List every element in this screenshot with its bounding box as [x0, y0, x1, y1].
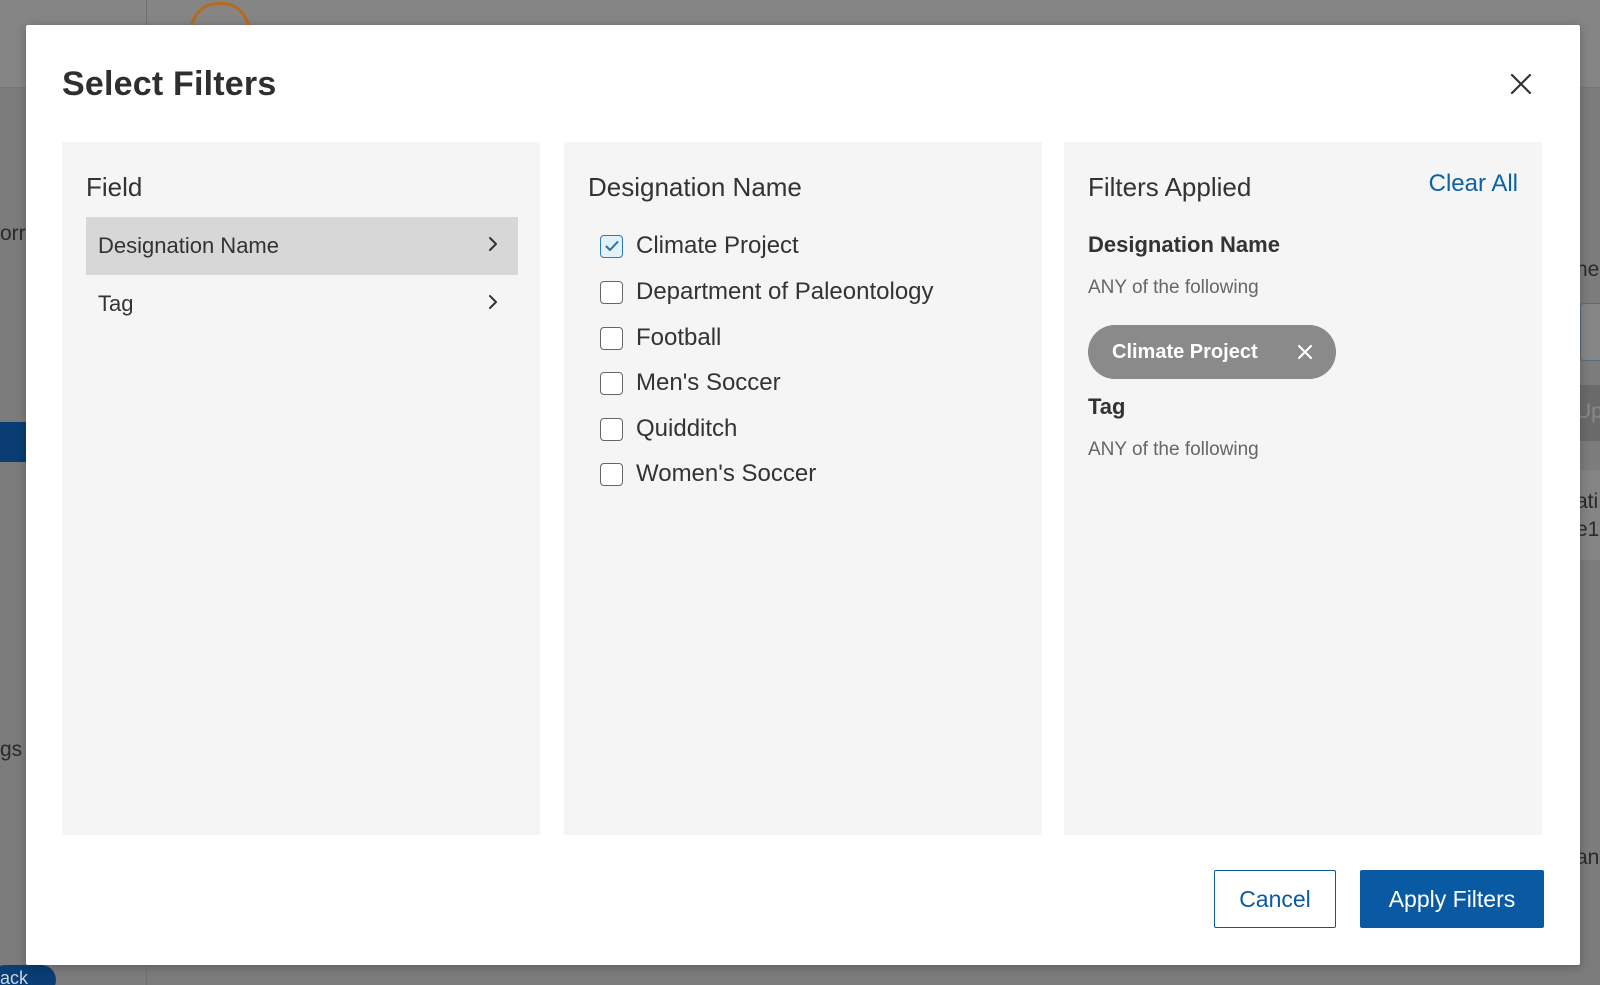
field-panel-heading: Field: [86, 172, 143, 202]
select-filters-modal: Select Filters Field Designation Name Ta…: [26, 25, 1580, 965]
field-item-tag[interactable]: Tag: [86, 275, 518, 333]
chevron-right-icon: [486, 233, 500, 259]
filters-applied-heading: Filters Applied: [1088, 172, 1252, 202]
background-card: [1580, 470, 1600, 560]
background-text-fragment: gs: [0, 738, 23, 761]
option-climate-project[interactable]: Climate Project: [600, 232, 799, 260]
option-label: Football: [636, 324, 722, 351]
applied-group-subtitle: ANY of the following: [1088, 439, 1259, 460]
option-quidditch[interactable]: Quidditch: [600, 415, 737, 443]
option-label: Department of Paleontology: [636, 278, 934, 305]
close-icon: [1510, 73, 1532, 95]
background-text-fragment: orr: [0, 222, 26, 245]
background-nav-active-item: [0, 422, 26, 462]
option-department-of-paleontology[interactable]: Department of Paleontology: [600, 278, 934, 306]
filter-chip-label: Climate Project: [1112, 340, 1258, 363]
options-panel: Designation Name Climate Project Departm…: [564, 142, 1042, 835]
chip-remove-button[interactable]: [1294, 341, 1316, 363]
checkbox-checked[interactable]: [600, 234, 623, 258]
applied-group-title: Tag: [1088, 394, 1126, 419]
checkbox[interactable]: [600, 462, 623, 486]
checkbox[interactable]: [600, 417, 623, 441]
cancel-button[interactable]: Cancel: [1214, 870, 1336, 928]
background-back-button: ack: [0, 965, 56, 985]
field-panel: Field Designation Name Tag: [62, 142, 540, 835]
options-panel-heading: Designation Name: [588, 172, 802, 202]
checkbox[interactable]: [600, 371, 623, 395]
apply-filters-button[interactable]: Apply Filters: [1360, 870, 1544, 928]
checkbox[interactable]: [600, 280, 623, 304]
modal-title: Select Filters: [62, 65, 277, 103]
field-item-label: Designation Name: [98, 233, 279, 258]
checkmark-icon: [605, 241, 618, 251]
field-item-designation-name[interactable]: Designation Name: [86, 217, 518, 275]
close-icon: [1297, 344, 1313, 360]
option-label: Men's Soccer: [636, 369, 781, 396]
filter-chip: Climate Project: [1088, 325, 1336, 379]
option-womens-soccer[interactable]: Women's Soccer: [600, 460, 816, 488]
filters-applied-panel: Filters Applied Clear All Designation Na…: [1064, 142, 1542, 835]
field-item-label: Tag: [98, 291, 134, 316]
option-label: Climate Project: [636, 232, 799, 259]
option-football[interactable]: Football: [600, 324, 721, 352]
checkbox[interactable]: [600, 326, 623, 350]
option-label: Women's Soccer: [636, 460, 817, 487]
close-button[interactable]: [1504, 67, 1538, 101]
applied-group-title: Designation Name: [1088, 232, 1280, 257]
option-label: Quidditch: [636, 415, 738, 442]
option-mens-soccer[interactable]: Men's Soccer: [600, 369, 781, 397]
background-input: [1580, 303, 1600, 361]
clear-all-link[interactable]: Clear All: [1429, 170, 1518, 198]
applied-group-subtitle: ANY of the following: [1088, 277, 1259, 298]
chevron-right-icon: [486, 291, 500, 317]
